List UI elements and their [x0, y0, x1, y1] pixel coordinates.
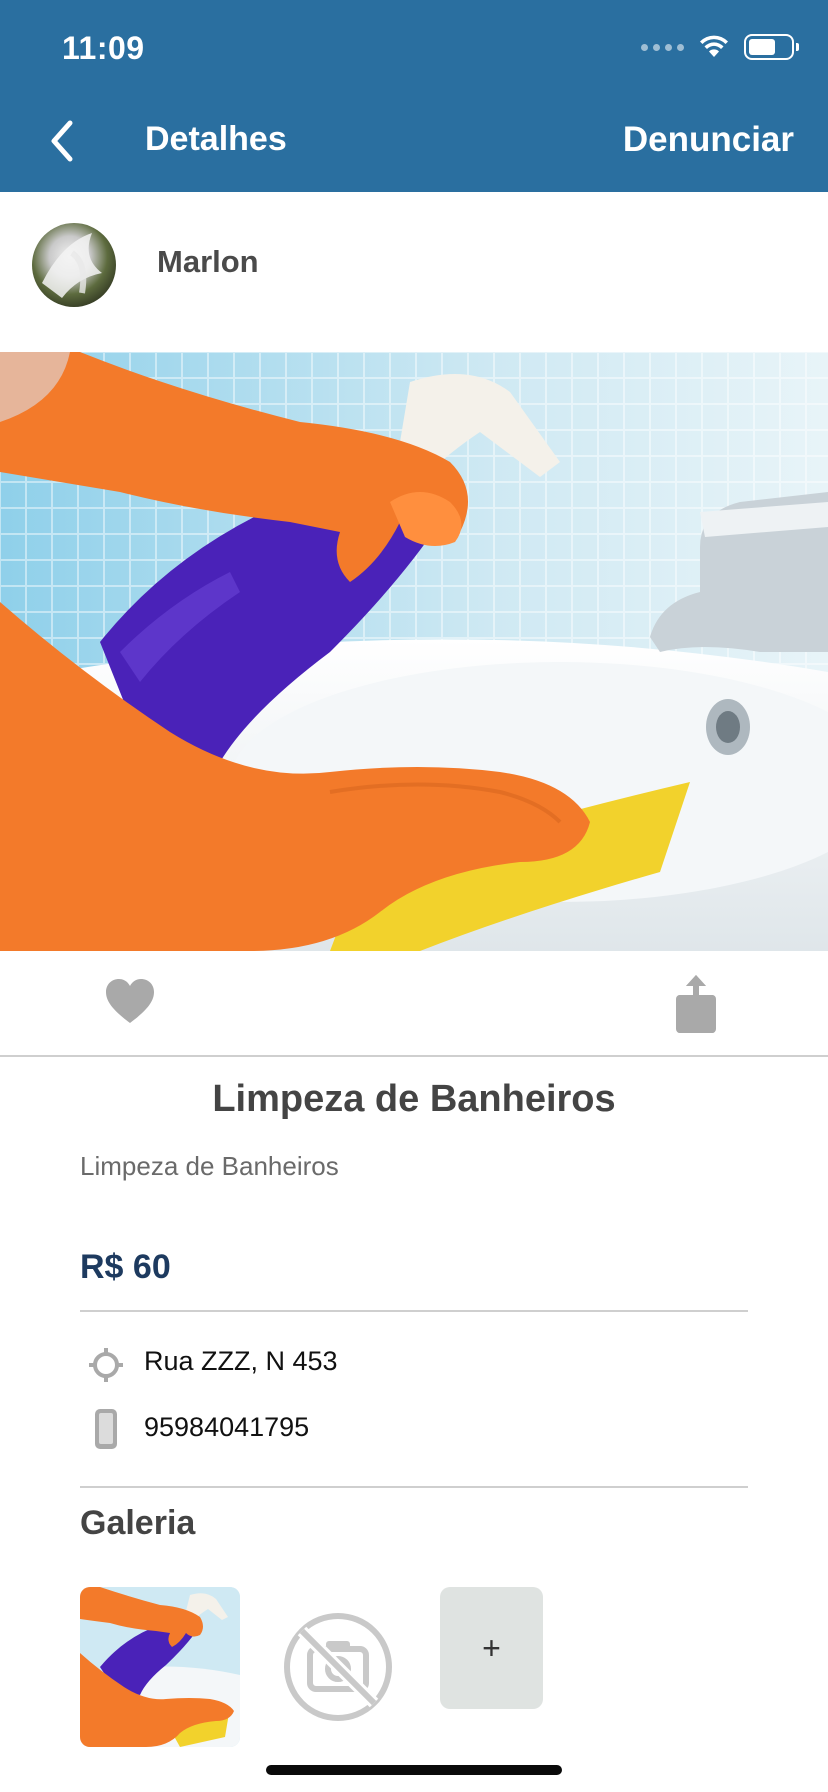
back-button[interactable] [42, 116, 82, 166]
phone-icon [95, 1409, 117, 1449]
gallery-title: Galeria [80, 1504, 196, 1542]
cellular-signal-icon [641, 43, 684, 51]
divider [80, 1486, 748, 1488]
service-title: Limpeza de Banheiros [212, 1078, 616, 1120]
page-title: Detalhes [145, 120, 287, 158]
share-icon[interactable] [672, 973, 720, 1033]
phone-text: 95984041795 [144, 1412, 310, 1442]
add-photo-button[interactable]: + [440, 1587, 543, 1709]
home-indicator[interactable] [266, 1765, 562, 1775]
report-button[interactable]: Denunciar [623, 120, 794, 160]
phone-row[interactable]: 95984041795 [80, 1404, 748, 1454]
address-text: Rua ZZZ, N 453 [144, 1346, 338, 1376]
service-image [0, 352, 828, 951]
no-photo-icon[interactable] [282, 1611, 394, 1723]
service-description: Limpeza de Banheiros [80, 1151, 339, 1181]
service-price: R$ 60 [80, 1248, 171, 1286]
gallery: + [80, 1587, 780, 1747]
gallery-thumbnail[interactable] [80, 1587, 240, 1747]
header-bar: 11:09 Detalhes Denunciar [0, 0, 828, 192]
avatar[interactable] [32, 223, 116, 307]
location-target-icon [89, 1348, 123, 1382]
battery-icon [744, 34, 799, 60]
chevron-left-icon [51, 120, 73, 162]
action-row [0, 951, 828, 1057]
heart-icon[interactable] [104, 977, 156, 1027]
status-time: 11:09 [62, 30, 145, 66]
user-row[interactable]: Marlon [0, 192, 828, 352]
address-row[interactable]: Rua ZZZ, N 453 [80, 1338, 748, 1388]
divider [80, 1310, 748, 1312]
wifi-icon [700, 35, 728, 57]
user-name[interactable]: Marlon [157, 244, 259, 280]
status-icons [641, 34, 799, 60]
